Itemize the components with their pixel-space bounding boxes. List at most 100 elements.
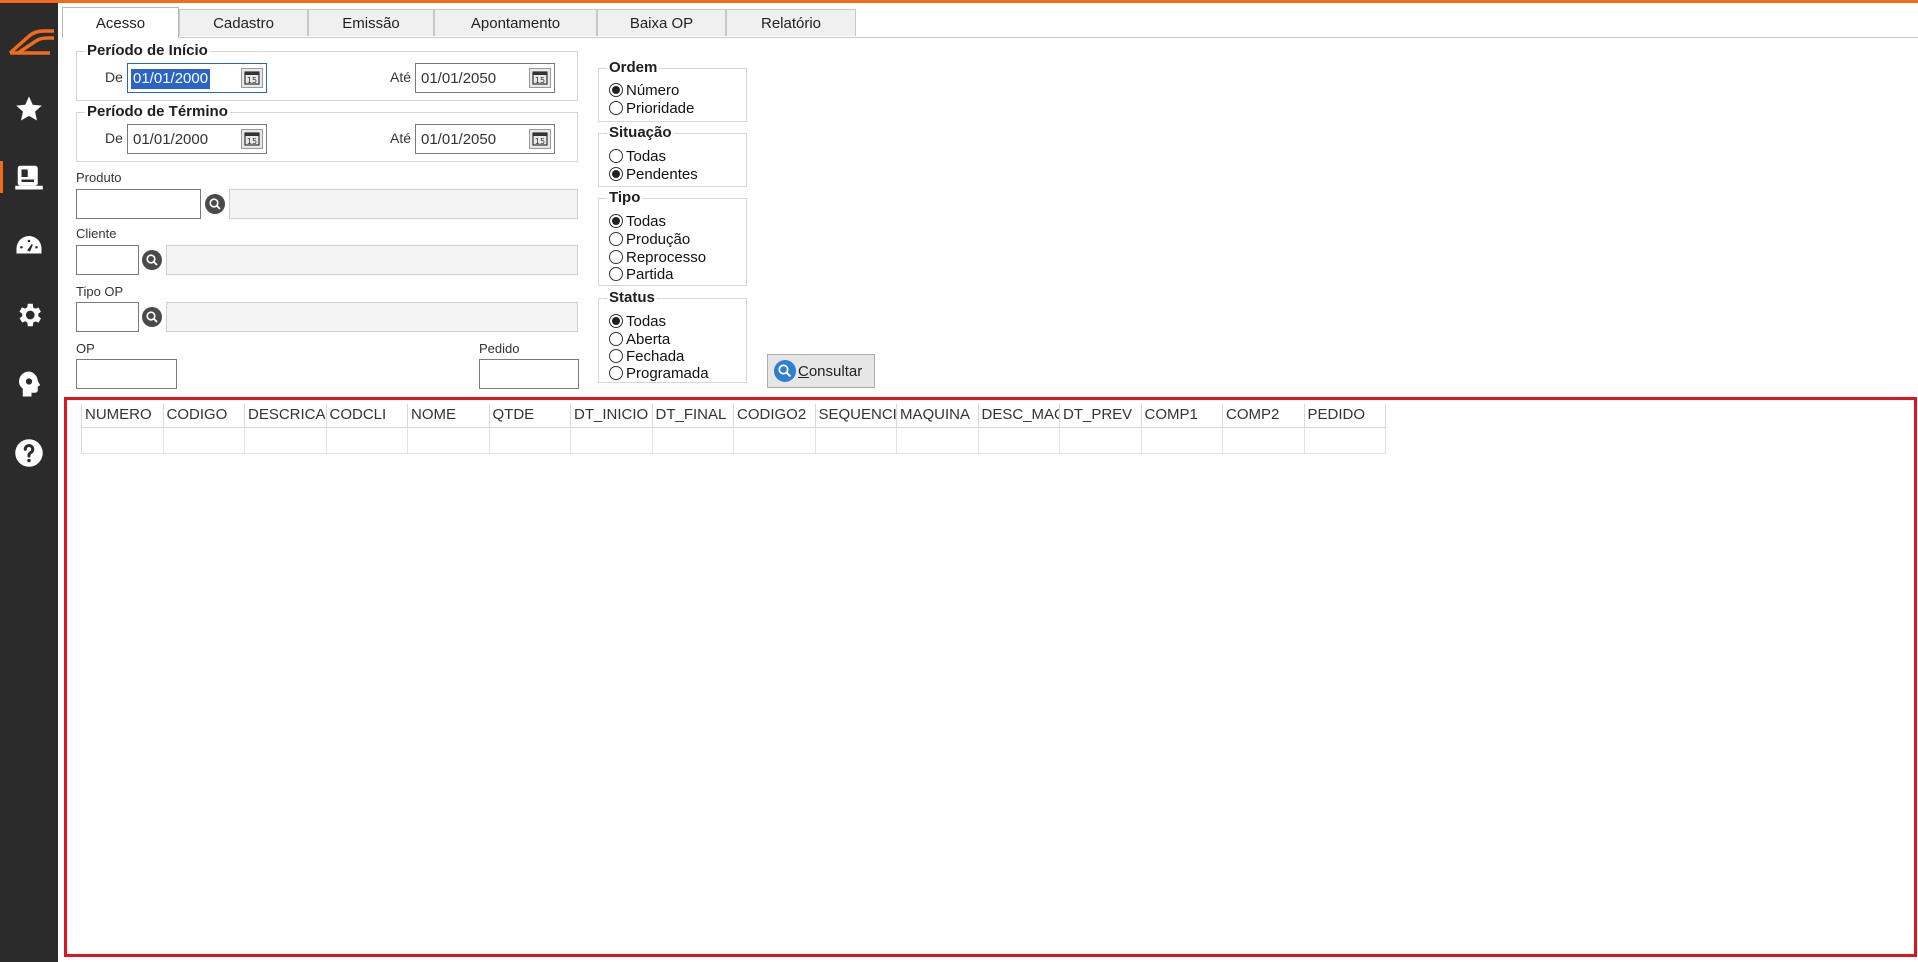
- status-option-fechada[interactable]: Fechada: [609, 347, 684, 365]
- radio-unselected-icon: [609, 267, 623, 281]
- tipo-op-input[interactable]: [76, 302, 139, 332]
- consultar-button[interactable]: Consultar: [767, 354, 875, 388]
- sidebar-item-support[interactable]: [0, 360, 58, 408]
- table-cell[interactable]: [652, 428, 734, 454]
- tab-emissao[interactable]: Emissão: [308, 9, 434, 36]
- produto-search-icon[interactable]: [205, 194, 225, 214]
- ordem-option-numero[interactable]: Número: [609, 81, 679, 99]
- periodo-inicio-group: Período de Início De 01/01/2000 15 Até 0…: [76, 42, 578, 101]
- column-header-descricao[interactable]: DESCRICAO: [245, 404, 327, 428]
- table-cell[interactable]: [978, 428, 1060, 454]
- support-icon: [19, 371, 41, 397]
- column-header-codigo2[interactable]: CODIGO2: [734, 404, 816, 428]
- tab-apontamento[interactable]: Apontamento: [434, 9, 597, 36]
- situacao-option-todas[interactable]: Todas: [609, 147, 666, 165]
- column-header-sequencia[interactable]: SEQUENCIA: [815, 404, 897, 428]
- table-cell[interactable]: [571, 428, 653, 454]
- tipo-op-search-icon[interactable]: [142, 307, 162, 327]
- periodo-termino-de-input[interactable]: 01/01/2000 15: [127, 124, 267, 154]
- op-label: OP: [76, 341, 95, 356]
- periodo-inicio-de-input[interactable]: 01/01/2000 15: [127, 63, 267, 93]
- table-cell[interactable]: [408, 428, 490, 454]
- table-cell[interactable]: [1141, 428, 1223, 454]
- tipo-option-partida[interactable]: Partida: [609, 265, 674, 283]
- column-header-pedido[interactable]: PEDIDO: [1304, 404, 1386, 428]
- column-header-dt-final[interactable]: DT_FINAL: [652, 404, 734, 428]
- status-option-programada[interactable]: Programada: [609, 364, 709, 382]
- table-cell[interactable]: [815, 428, 897, 454]
- status-option-aberta[interactable]: Aberta: [609, 330, 670, 348]
- cliente-search-icon[interactable]: [142, 250, 162, 270]
- app-logo-icon: [4, 23, 56, 59]
- periodo-inicio-ate-value: 01/01/2050: [421, 70, 497, 87]
- periodo-termino-title: Período de Término: [85, 103, 230, 120]
- table-cell[interactable]: [1060, 428, 1142, 454]
- tipo-group: Tipo Todas Produção Reprocesso Partida: [598, 189, 747, 286]
- column-header-comp2[interactable]: COMP2: [1223, 404, 1305, 428]
- column-header-codcli[interactable]: CODCLI: [326, 404, 408, 428]
- column-header-dt-prev[interactable]: DT_PREV: [1060, 404, 1142, 428]
- ordem-group: Ordem Número Prioridade: [598, 59, 747, 122]
- produto-description-field: [229, 189, 578, 219]
- calendar-icon[interactable]: 15: [241, 129, 263, 149]
- column-header-nome[interactable]: NOME: [408, 404, 490, 428]
- pedido-input[interactable]: [479, 359, 579, 389]
- column-header-maquina[interactable]: MAQUINA: [897, 404, 979, 428]
- document-icon: [15, 165, 43, 190]
- calendar-icon[interactable]: 15: [529, 129, 551, 149]
- column-header-dt-inicio[interactable]: DT_INICIO: [571, 404, 653, 428]
- tab-acesso[interactable]: Acesso: [62, 7, 179, 38]
- radio-selected-icon: [609, 83, 623, 97]
- table-cell[interactable]: [326, 428, 408, 454]
- op-input[interactable]: [76, 359, 177, 389]
- column-header-qtde[interactable]: QTDE: [489, 404, 571, 428]
- tipo-op-description-field: [166, 302, 578, 332]
- results-grid[interactable]: NUMEROCODIGODESCRICAOCODCLINOMEQTDEDT_IN…: [64, 397, 1917, 957]
- column-header-comp1[interactable]: COMP1: [1141, 404, 1223, 428]
- tipo-title: Tipo: [607, 189, 643, 206]
- table-row[interactable]: [77, 428, 1386, 454]
- sidebar-item-settings[interactable]: [0, 291, 58, 339]
- calendar-icon[interactable]: 15: [529, 68, 551, 88]
- situacao-group: Situação Todas Pendentes: [598, 124, 747, 187]
- table-cell[interactable]: [82, 428, 164, 454]
- tipo-option-todas[interactable]: Todas: [609, 212, 666, 230]
- tipo-op-label: Tipo OP: [76, 284, 124, 299]
- radio-selected-icon: [609, 214, 623, 228]
- svg-text:15: 15: [247, 76, 257, 85]
- column-header-numero[interactable]: NUMERO: [82, 404, 164, 428]
- dashboard-icon: [16, 236, 42, 254]
- ordem-option-prioridade[interactable]: Prioridade: [609, 99, 694, 117]
- calendar-icon[interactable]: 15: [241, 68, 263, 88]
- table-cell[interactable]: [734, 428, 816, 454]
- table-cell[interactable]: [245, 428, 327, 454]
- table-cell[interactable]: [1304, 428, 1386, 454]
- sidebar-item-favorites[interactable]: [0, 85, 58, 133]
- situacao-option-pendentes[interactable]: Pendentes: [609, 165, 698, 183]
- periodo-inicio-ate-input[interactable]: 01/01/2050 15: [415, 63, 555, 93]
- table-cell[interactable]: [163, 428, 245, 454]
- periodo-termino-de-label: De: [105, 130, 123, 146]
- radio-selected-icon: [609, 314, 623, 328]
- status-group: Status Todas Aberta Fechada Programada: [598, 289, 747, 383]
- tipo-option-reprocesso[interactable]: Reprocesso: [609, 248, 706, 266]
- tab-cadastro[interactable]: Cadastro: [179, 9, 308, 36]
- sidebar-item-help[interactable]: [0, 429, 58, 477]
- periodo-inicio-title: Período de Início: [85, 42, 210, 59]
- table-cell[interactable]: [897, 428, 979, 454]
- tab-panel-border: [62, 37, 1918, 38]
- status-option-todas[interactable]: Todas: [609, 312, 666, 330]
- tab-relatorio[interactable]: Relatório: [726, 9, 856, 36]
- cliente-input[interactable]: [76, 245, 139, 275]
- periodo-termino-ate-input[interactable]: 01/01/2050 15: [415, 124, 555, 154]
- produto-input[interactable]: [76, 189, 201, 219]
- tipo-option-producao[interactable]: Produção: [609, 230, 690, 248]
- tab-baixa-op[interactable]: Baixa OP: [597, 9, 726, 36]
- table-cell[interactable]: [1223, 428, 1305, 454]
- table-cell[interactable]: [489, 428, 571, 454]
- column-header-codigo[interactable]: CODIGO: [163, 404, 245, 428]
- sidebar-item-dashboard[interactable]: [0, 222, 58, 270]
- radio-unselected-icon: [609, 349, 623, 363]
- column-header-desc-maquina[interactable]: DESC_MAQUINA: [978, 404, 1060, 428]
- sidebar-item-documents[interactable]: [0, 153, 58, 201]
